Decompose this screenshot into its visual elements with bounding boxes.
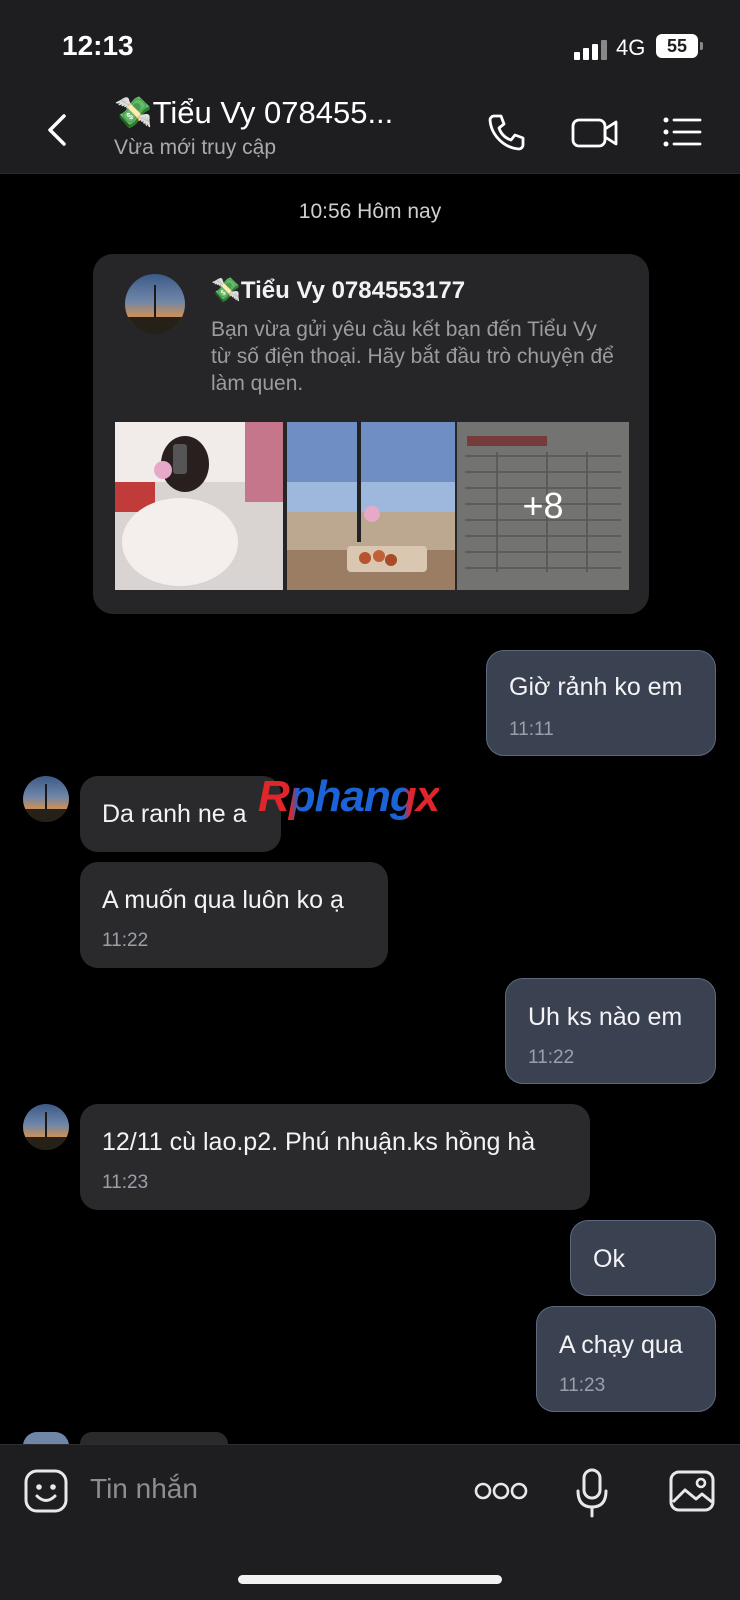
chat-header: 💸Tiểu Vy 078455... Vừa mới truy cập [0, 88, 740, 174]
message-time: 11:11 [509, 719, 554, 740]
image-gallery-icon[interactable] [668, 1469, 716, 1513]
message-text: Ok [593, 1245, 625, 1273]
message-text: A muốn qua luôn ko ạ [102, 886, 344, 914]
photo-strip: +8 [115, 422, 629, 590]
contact-avatar[interactable] [23, 1104, 69, 1150]
message-bubble-sent[interactable]: Giờ rảnh ko em 11:11 [486, 650, 716, 756]
photo-thumbnail[interactable] [287, 422, 455, 590]
home-indicator[interactable] [238, 1575, 502, 1584]
watermark-logo: Rphangx [258, 772, 440, 821]
emoji-sticker-icon[interactable] [22, 1467, 70, 1515]
phone-icon[interactable] [484, 110, 528, 154]
photo-thumbnail[interactable] [115, 422, 283, 590]
network-type: 4G [616, 35, 646, 60]
message-time: 11:22 [528, 1047, 575, 1068]
date-separator: 10:56 Hôm nay [298, 200, 442, 223]
card-description: Bạn vừa gửi yêu cầu kết bạn đến Tiểu Vy … [211, 318, 614, 395]
message-text: Da ranh ne a [102, 800, 247, 828]
card-contact-name: 💸Tiểu Vy 0784553177 [211, 277, 466, 304]
photo-thumbnail-more[interactable]: +8 [457, 422, 629, 590]
message-time: 11:22 [102, 930, 149, 951]
message-bubble-received[interactable]: 12/11 cù lao.p2. Phú nhuận.ks hồng hà 11… [80, 1104, 590, 1210]
friend-request-card[interactable]: 💸Tiểu Vy 0784553177 Bạn vừa gửi yêu cầu … [93, 254, 649, 614]
microphone-icon[interactable] [574, 1467, 610, 1519]
message-bubble-sent[interactable]: Ok [570, 1220, 716, 1296]
message-bubble-received[interactable]: A muốn qua luôn ko ạ 11:22 [80, 862, 388, 968]
contact-avatar[interactable] [23, 776, 69, 822]
message-bubble-sent[interactable]: A chạy qua 11:23 [536, 1306, 716, 1412]
message-text: 12/11 cù lao.p2. Phú nhuận.ks hồng hà [102, 1128, 536, 1156]
battery-icon: 55 [656, 34, 703, 58]
contact-status: Vừa mới truy cập [114, 136, 277, 159]
message-bubble-received[interactable]: Da ranh ne a [80, 776, 281, 852]
message-input-bar: Tin nhắn [0, 1444, 740, 1600]
status-time: 12:13 [62, 30, 134, 61]
message-time: 11:23 [559, 1375, 606, 1396]
message-text: A chạy qua [559, 1331, 683, 1359]
message-bubble-sent[interactable]: Uh ks nào em 11:22 [505, 978, 716, 1084]
message-text: Giờ rảnh ko em [509, 673, 683, 701]
message-input[interactable]: Tin nhắn [90, 1473, 198, 1505]
message-time: 11:23 [102, 1172, 149, 1193]
message-text: Uh ks nào em [528, 1003, 683, 1031]
more-photos-count: +8 [457, 422, 629, 590]
back-chevron-icon[interactable] [40, 110, 76, 150]
contact-name[interactable]: 💸Tiểu Vy 078455... [114, 94, 393, 131]
menu-list-icon[interactable] [660, 110, 704, 154]
contact-avatar[interactable] [125, 274, 185, 334]
video-camera-icon[interactable] [570, 110, 620, 154]
more-dots-icon[interactable] [474, 1479, 528, 1503]
status-bar: 12:13 4G 55 [0, 0, 740, 88]
signal-icon [574, 38, 608, 60]
